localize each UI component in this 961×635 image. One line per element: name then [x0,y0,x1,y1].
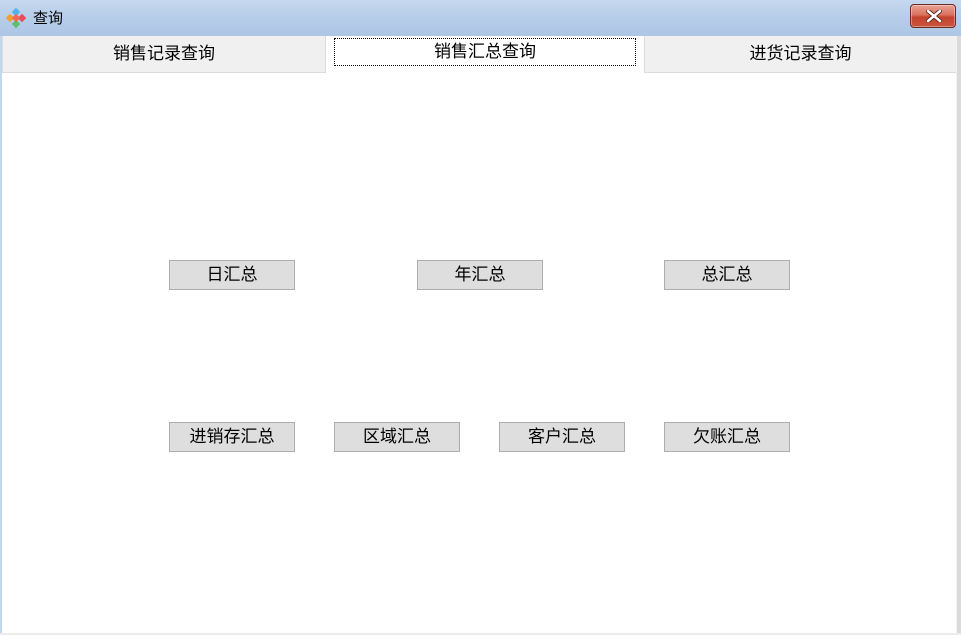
tab-label: 销售记录查询 [113,44,215,64]
region-summary-button[interactable]: 区域汇总 [334,422,460,452]
yearly-summary-button[interactable]: 年汇总 [417,260,543,290]
tab-focus-rect: 销售汇总查询 [334,38,636,66]
debt-summary-button[interactable]: 欠账汇总 [664,422,790,452]
app-logo-icon [5,7,27,29]
title-bar[interactable]: 查询 [0,0,961,36]
tab-content-panel [2,73,956,634]
tab-purchase-records[interactable]: 进货记录查询 [644,36,957,73]
window-title: 查询 [33,9,64,27]
close-icon [926,10,942,22]
window-frame-right [957,36,961,635]
close-button[interactable] [910,4,956,28]
tab-label: 进货记录查询 [749,44,852,64]
total-summary-button[interactable]: 总汇总 [664,260,790,290]
daily-summary-button[interactable]: 日汇总 [169,260,295,290]
tab-label: 销售汇总查询 [434,42,536,62]
tab-sales-records[interactable]: 销售记录查询 [2,36,326,73]
tab-sales-summary[interactable]: 销售汇总查询 [326,36,644,74]
inventory-summary-button[interactable]: 进销存汇总 [169,422,295,452]
customer-summary-button[interactable]: 客户汇总 [499,422,625,452]
